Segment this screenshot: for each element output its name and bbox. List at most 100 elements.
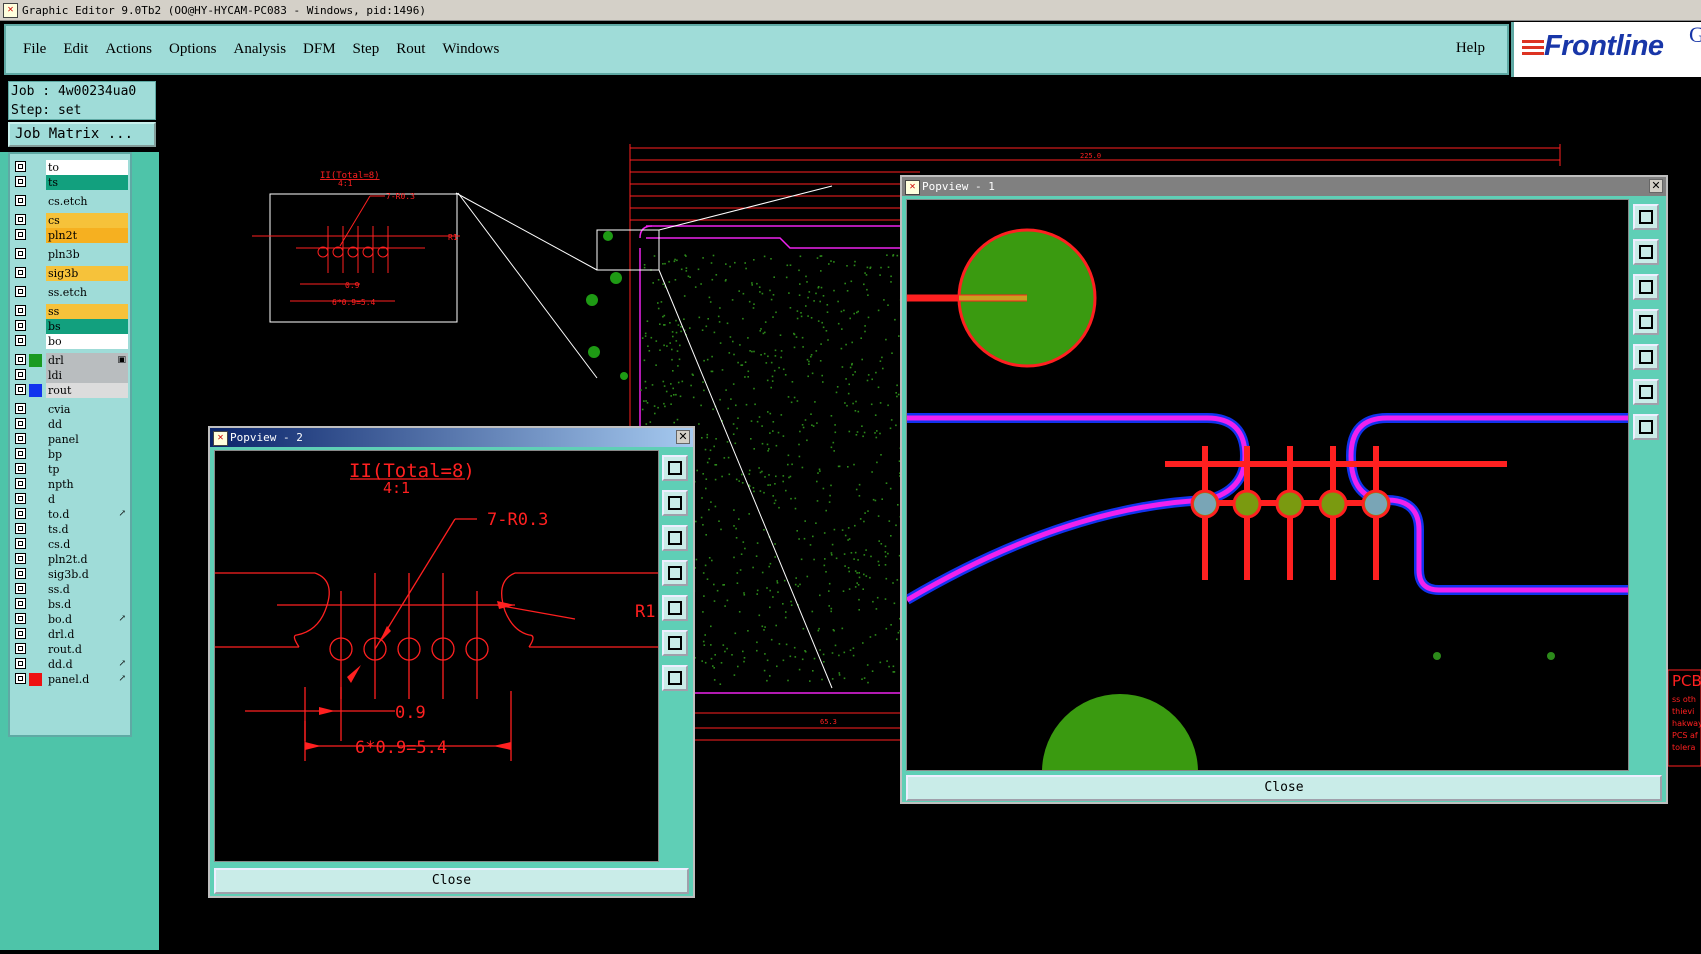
- layer-row-d[interactable]: d: [13, 492, 128, 507]
- layer-checkbox[interactable]: [15, 176, 26, 187]
- popview-2-pan-down-icon[interactable]: [662, 525, 688, 551]
- layer-row-panel-d[interactable]: panel.d ↗: [13, 672, 128, 687]
- layer-checkbox[interactable]: [15, 613, 26, 624]
- layer-row-bs-d[interactable]: bs.d: [13, 597, 128, 612]
- layer-checkbox[interactable]: [15, 354, 26, 365]
- popview-1-pan-down-icon[interactable]: [1633, 274, 1659, 300]
- layer-row-bs[interactable]: bs: [13, 319, 128, 334]
- menu-analysis[interactable]: Analysis: [234, 41, 287, 58]
- layer-checkbox[interactable]: [15, 229, 26, 240]
- popview-1-close-icon[interactable]: ✕: [1649, 179, 1663, 193]
- popview-1-pan-right-icon[interactable]: [1633, 344, 1659, 370]
- layer-checkbox[interactable]: [15, 433, 26, 444]
- layer-checkbox[interactable]: [15, 267, 26, 278]
- layer-checkbox[interactable]: [15, 538, 26, 549]
- job-matrix-button[interactable]: Job Matrix ...: [8, 122, 156, 147]
- layer-checkbox[interactable]: [15, 568, 26, 579]
- popview-1-pan-left-icon[interactable]: [1633, 309, 1659, 335]
- layer-checkbox[interactable]: [15, 320, 26, 331]
- popview-1-close-button[interactable]: Close: [906, 775, 1662, 801]
- popview-1-zoom-fit-icon[interactable]: [1633, 204, 1659, 230]
- layer-row-ss-d[interactable]: ss.d: [13, 582, 128, 597]
- layer-checkbox[interactable]: [15, 643, 26, 654]
- menu-options[interactable]: Options: [169, 41, 217, 58]
- popview-1-view[interactable]: [906, 199, 1629, 771]
- popview-1-zoom-in-icon[interactable]: [1633, 379, 1659, 405]
- layer-row-dd[interactable]: dd: [13, 417, 128, 432]
- layer-checkbox[interactable]: [15, 553, 26, 564]
- layer-row-tp[interactable]: tp: [13, 462, 128, 477]
- layer-color-swatch: [29, 354, 42, 367]
- layer-checkbox[interactable]: [15, 523, 26, 534]
- layer-row-pln2t[interactable]: pln2t: [13, 228, 128, 243]
- layer-checkbox[interactable]: [15, 214, 26, 225]
- layer-row-sig3b-d[interactable]: sig3b.d: [13, 567, 128, 582]
- layer-row-cs-d[interactable]: cs.d: [13, 537, 128, 552]
- layer-checkbox[interactable]: [15, 508, 26, 519]
- menu-help[interactable]: Help: [1456, 40, 1485, 57]
- layer-checkbox[interactable]: [15, 493, 26, 504]
- layer-row-npth[interactable]: npth: [13, 477, 128, 492]
- popview-1-pan-up-icon[interactable]: [1633, 239, 1659, 265]
- layer-row-pln3b[interactable]: pln3b: [13, 247, 128, 262]
- layer-checkbox[interactable]: [15, 195, 26, 206]
- menu-windows[interactable]: Windows: [442, 41, 499, 58]
- layer-checkbox[interactable]: [15, 418, 26, 429]
- layer-row-pln2t-d[interactable]: pln2t.d: [13, 552, 128, 567]
- layer-checkbox[interactable]: [15, 369, 26, 380]
- layer-checkbox[interactable]: [15, 161, 26, 172]
- layer-checkbox[interactable]: [15, 628, 26, 639]
- menu-actions[interactable]: Actions: [105, 41, 152, 58]
- layer-checkbox[interactable]: [15, 335, 26, 346]
- menu-edit[interactable]: Edit: [63, 41, 88, 58]
- layer-row-cs-etch[interactable]: cs.etch: [13, 194, 128, 209]
- popview-2-view[interactable]: II(Total=8) 4:1 7-R0.3 R1 0.9 6*0.9=5.4: [214, 450, 659, 862]
- popview-2-zoom-in-icon[interactable]: [662, 630, 688, 656]
- layer-row-sig3b[interactable]: sig3b: [13, 266, 128, 281]
- layer-row-rout-d[interactable]: rout.d: [13, 642, 128, 657]
- popview-2-zoom-out-icon[interactable]: [662, 665, 688, 691]
- layer-row-ts-d[interactable]: ts.d: [13, 522, 128, 537]
- layer-row-drl-d[interactable]: drl.d: [13, 627, 128, 642]
- layer-checkbox[interactable]: [15, 305, 26, 316]
- popview-2-pan-left-icon[interactable]: [662, 560, 688, 586]
- popview-2-pan-right-icon[interactable]: [662, 595, 688, 621]
- layer-checkbox[interactable]: [15, 448, 26, 459]
- layer-row-dd-d[interactable]: dd.d ↗: [13, 657, 128, 672]
- popview-2-close-button[interactable]: Close: [214, 868, 689, 894]
- layer-row-bp[interactable]: bp: [13, 447, 128, 462]
- layer-checkbox[interactable]: [15, 478, 26, 489]
- menu-rout[interactable]: Rout: [396, 41, 425, 58]
- layer-row-to[interactable]: to: [13, 160, 128, 175]
- layer-row-bo[interactable]: bo: [13, 334, 128, 349]
- layer-checkbox[interactable]: [15, 248, 26, 259]
- layer-row-to-d[interactable]: to.d ↗: [13, 507, 128, 522]
- layer-row-ldi[interactable]: ldi: [13, 368, 128, 383]
- layer-row-cs[interactable]: cs: [13, 213, 128, 228]
- menu-dfm[interactable]: DFM: [303, 41, 336, 58]
- layer-row-drl[interactable]: drl ▣: [13, 353, 128, 368]
- layer-checkbox[interactable]: [15, 658, 26, 669]
- layer-checkbox[interactable]: [15, 598, 26, 609]
- popview-2-zoom-fit-icon[interactable]: [662, 455, 688, 481]
- layer-checkbox[interactable]: [15, 403, 26, 414]
- layer-checkbox[interactable]: [15, 286, 26, 297]
- detail-scale-small: 4:1: [338, 179, 353, 188]
- layer-checkbox[interactable]: [15, 463, 26, 474]
- layer-row-ss[interactable]: ss: [13, 304, 128, 319]
- layer-row-rout[interactable]: rout: [13, 383, 128, 398]
- layer-row-ss-etch[interactable]: ss.etch: [13, 285, 128, 300]
- layer-row-ts[interactable]: ts: [13, 175, 128, 190]
- layer-row-panel[interactable]: panel: [13, 432, 128, 447]
- layer-checkbox[interactable]: [15, 583, 26, 594]
- popview-2-close-icon[interactable]: ✕: [676, 430, 690, 444]
- total-dimension: 6*0.9=5.4: [355, 738, 447, 758]
- layer-checkbox[interactable]: [15, 673, 26, 684]
- layer-checkbox[interactable]: [15, 384, 26, 395]
- menu-step[interactable]: Step: [353, 41, 380, 58]
- popview-2-pan-up-icon[interactable]: [662, 490, 688, 516]
- menu-file[interactable]: File: [23, 41, 46, 58]
- popview-1-zoom-out-icon[interactable]: [1633, 414, 1659, 440]
- layer-row-bo-d[interactable]: bo.d ↗: [13, 612, 128, 627]
- layer-row-cvia[interactable]: cvia: [13, 402, 128, 417]
